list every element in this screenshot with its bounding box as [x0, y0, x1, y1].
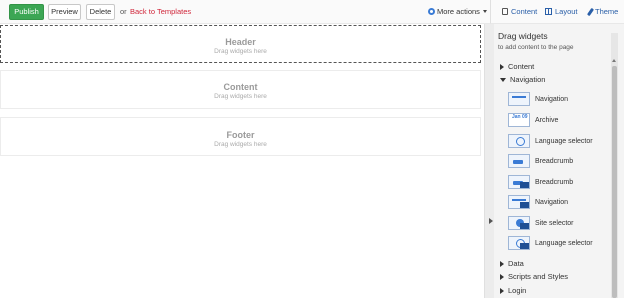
- widget-label: Navigation: [535, 198, 569, 206]
- delete-button[interactable]: Delete: [86, 4, 115, 20]
- preview-button[interactable]: Preview: [48, 4, 81, 20]
- more-actions-menu[interactable]: More actions: [428, 7, 487, 16]
- category-content-label: Content: [508, 62, 535, 71]
- widget-label: Breadcrumb: [535, 178, 574, 186]
- chevron-down-icon: [500, 77, 506, 82]
- category-scripts-and-styles[interactable]: Scripts and Styles: [500, 272, 568, 281]
- back-to-templates-link[interactable]: Back to Templates: [130, 7, 191, 16]
- chevron-right-icon: [500, 260, 504, 267]
- tab-content[interactable]: Content: [502, 7, 537, 16]
- category-scripts-label: Scripts and Styles: [508, 272, 569, 281]
- publish-button[interactable]: Publish: [9, 4, 44, 20]
- widget-site-selector[interactable]: Site selector: [508, 216, 574, 230]
- panel-splitter[interactable]: [484, 24, 494, 298]
- tab-theme-label: Theme: [595, 7, 619, 16]
- widget-language-selector[interactable]: Language selector: [508, 134, 593, 148]
- category-content[interactable]: Content: [500, 62, 534, 71]
- tab-layout-label: Layout: [555, 7, 578, 16]
- mode-tabs: Content Layout Theme: [490, 0, 624, 24]
- scrollbar-thumb[interactable]: [612, 66, 617, 298]
- more-actions-label: More actions: [437, 7, 480, 16]
- content-placeholder[interactable]: Content Drag widgets here: [0, 70, 481, 109]
- widget-breadcrumb-mvc[interactable]: Breadcrumb: [508, 175, 573, 189]
- header-title: Header: [225, 37, 256, 47]
- widget-navigation[interactable]: Navigation: [508, 92, 568, 106]
- widget-label: Site selector: [535, 219, 574, 227]
- widget-label: Language selector: [535, 137, 593, 145]
- or-text: or: [120, 7, 127, 16]
- gear-icon: [428, 8, 435, 15]
- chevron-right-icon: [500, 287, 504, 294]
- globe-mvc-icon: [508, 236, 530, 250]
- tab-layout[interactable]: Layout: [545, 7, 578, 16]
- brush-icon: [586, 7, 595, 16]
- navigation-mvc-icon: [508, 195, 530, 209]
- header-hint: Drag widgets here: [214, 48, 267, 55]
- tab-theme[interactable]: Theme: [586, 7, 619, 16]
- scroll-up-icon[interactable]: [612, 59, 616, 62]
- collapse-arrow-icon[interactable]: [489, 218, 493, 224]
- widget-label: Breadcrumb: [535, 157, 574, 165]
- footer-hint: Drag widgets here: [214, 141, 267, 148]
- panel-title: Drag widgets: [498, 31, 548, 41]
- widget-navigation-mvc[interactable]: Navigation: [508, 195, 568, 209]
- breadcrumb-icon: [508, 154, 530, 168]
- calendar-icon: Jan 09: [508, 113, 530, 127]
- widgets-panel: Drag widgets to add content to the page …: [494, 24, 624, 298]
- panel-subtitle: to add content to the page: [498, 44, 574, 51]
- category-data-label: Data: [508, 259, 524, 268]
- widget-label: Navigation: [535, 95, 569, 103]
- widget-language-selector-mvc[interactable]: Language selector: [508, 236, 593, 250]
- header-placeholder[interactable]: Header Drag widgets here: [0, 25, 481, 63]
- breadcrumb-mvc-icon: [508, 175, 530, 189]
- widget-breadcrumb[interactable]: Breadcrumb: [508, 154, 573, 168]
- tab-content-label: Content: [511, 7, 538, 16]
- footer-placeholder[interactable]: Footer Drag widgets here: [0, 117, 481, 156]
- chevron-right-icon: [500, 273, 504, 280]
- calendar-icon-text: Jan 09: [512, 114, 528, 120]
- category-navigation[interactable]: Navigation: [500, 75, 545, 84]
- site-selector-icon: [508, 216, 530, 230]
- layout-icon: [545, 8, 552, 15]
- navigation-icon: [508, 92, 530, 106]
- content-title: Content: [223, 82, 258, 92]
- footer-title: Footer: [226, 130, 255, 140]
- content-hint: Drag widgets here: [214, 93, 267, 100]
- chevron-down-icon: [482, 10, 487, 13]
- category-login[interactable]: Login: [500, 286, 526, 295]
- category-navigation-label: Navigation: [510, 75, 546, 84]
- chevron-right-icon: [500, 63, 504, 70]
- globe-icon: [508, 134, 530, 148]
- widget-label: Archive: [535, 116, 559, 124]
- top-toolbar: Publish Preview Delete or Back to Templa…: [0, 0, 490, 24]
- category-login-label: Login: [508, 286, 527, 295]
- widget-label: Language selector: [535, 239, 593, 247]
- category-data[interactable]: Data: [500, 259, 524, 268]
- document-icon: [502, 8, 508, 15]
- widget-archive[interactable]: Jan 09 Archive: [508, 113, 558, 127]
